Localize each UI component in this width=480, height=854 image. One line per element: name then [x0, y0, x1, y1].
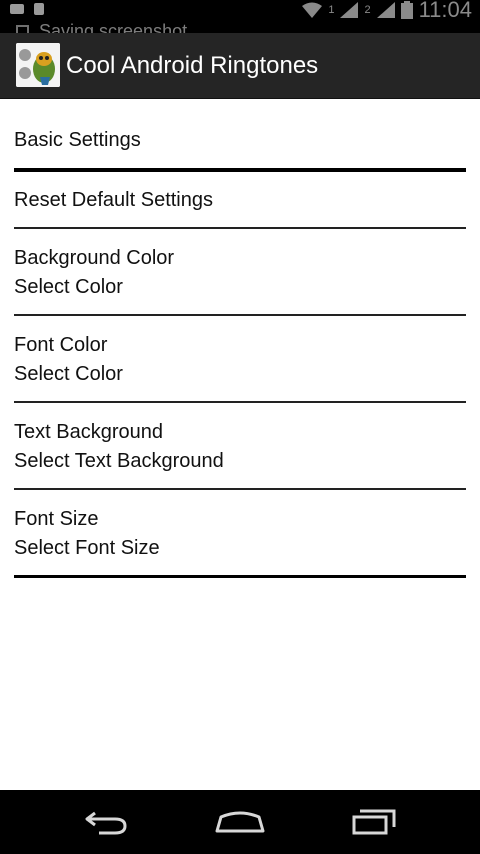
font-color-item[interactable]: Font Color Select Color [14, 331, 466, 389]
basic-settings-header: Basic Settings [14, 126, 466, 155]
notification-ticker: Saving screenshot... [16, 22, 202, 33]
image-notification-icon [10, 4, 24, 14]
signal-icon [340, 2, 359, 18]
home-button[interactable] [210, 802, 270, 842]
background-color-item[interactable]: Background Color Select Color [14, 244, 466, 302]
barcode-icon [34, 3, 44, 15]
app-launcher-icon[interactable] [16, 43, 60, 87]
text-background-summary: Select Text Background [14, 450, 224, 472]
background-color-summary: Select Color [14, 276, 123, 298]
reset-default-settings-item[interactable]: Reset Default Settings [14, 186, 466, 215]
signal-icon-2 [376, 2, 395, 18]
font-size-summary: Select Font Size [14, 537, 160, 559]
item-divider [14, 227, 466, 229]
app-title: Cool Android Ringtones [66, 52, 319, 79]
battery-icon [400, 1, 413, 19]
home-icon [215, 811, 265, 833]
item-divider [14, 401, 466, 403]
font-size-item[interactable]: Font Size Select Font Size [14, 505, 466, 563]
back-icon [85, 811, 127, 835]
item-divider [14, 488, 466, 490]
sim1-label: 1 [328, 4, 335, 16]
back-button[interactable] [76, 802, 136, 842]
section-divider [14, 168, 466, 172]
navigation-bar [0, 790, 480, 854]
item-divider [14, 314, 466, 316]
sim2-label: 2 [364, 4, 371, 16]
action-bar: Cool Android Ringtones [0, 33, 480, 99]
recents-button[interactable] [344, 802, 404, 842]
font-color-title: Font Color [14, 334, 108, 356]
text-background-title: Text Background [14, 421, 163, 443]
text-background-item[interactable]: Text Background Select Text Background [14, 418, 466, 476]
status-icons-left [10, 0, 44, 18]
section-header-text: Basic Settings [14, 129, 141, 151]
font-color-summary: Select Color [14, 363, 123, 385]
background-color-title: Background Color [14, 247, 175, 269]
clock: 11:04 [418, 0, 472, 22]
status-icons-right: 1 2 11:04 [302, 0, 472, 22]
recents-icon [352, 809, 396, 835]
reset-default-settings-label: Reset Default Settings [14, 189, 213, 211]
wifi-icon [302, 2, 323, 18]
status-bar: Saving screenshot... 1 2 11:04 [0, 0, 480, 33]
checkbox-icon [16, 24, 29, 33]
font-size-title: Font Size [14, 508, 99, 530]
section-end-divider [14, 575, 466, 578]
notification-text: Saving screenshot... [39, 21, 203, 33]
